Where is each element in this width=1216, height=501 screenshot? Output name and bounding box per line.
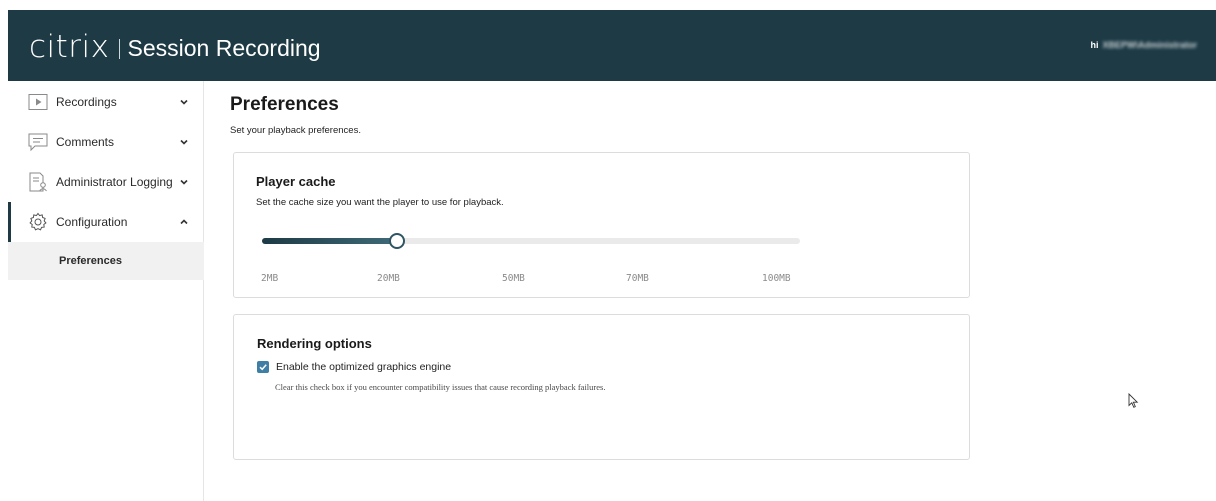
sidebar-item-label: Comments	[56, 135, 115, 149]
app-header: citrix Session Recording hi XBEPW\Admini…	[8, 10, 1216, 81]
sidebar-item-label: Administrator Logging	[56, 175, 173, 189]
slider-thumb[interactable]	[389, 233, 405, 249]
sidebar-item-label: Configuration	[56, 215, 128, 229]
gear-icon	[29, 212, 47, 231]
slider-fill	[262, 238, 397, 244]
tick-label[interactable]: 20MB	[377, 273, 400, 284]
rendering-options-card: Rendering options Enable the optimized g…	[233, 314, 970, 460]
chevron-down-icon	[180, 139, 188, 145]
chevron-up-icon	[180, 219, 188, 225]
cache-size-slider[interactable]	[262, 233, 800, 249]
tick-label[interactable]: 70MB	[626, 273, 649, 284]
checkbox-label[interactable]: Enable the optimized graphics engine	[276, 361, 451, 373]
brand-divider	[118, 38, 120, 59]
citrix-logo: citrix	[29, 28, 110, 65]
tick-label[interactable]: 50MB	[502, 273, 525, 284]
checkmark-icon	[259, 364, 267, 371]
player-cache-card: Player cache Set the cache size you want…	[233, 152, 970, 298]
app-page: citrix Session Recording hi XBEPW\Admini…	[0, 0, 1216, 501]
rendering-options-title: Rendering options	[257, 336, 372, 351]
sidebar-subitem-preferences[interactable]: Preferences	[8, 242, 204, 280]
tick-label[interactable]: 100MB	[762, 273, 791, 284]
sidebar-subitem-label: Preferences	[59, 255, 122, 267]
chevron-down-icon	[180, 99, 188, 105]
log-icon	[29, 172, 47, 192]
brand: citrix Session Recording	[29, 26, 321, 67]
sidebar-item-label: Recordings	[56, 95, 117, 109]
chevron-down-icon	[180, 179, 188, 185]
user-name: XBEPW\Administrator	[1102, 40, 1197, 50]
product-name: Session Recording	[127, 35, 321, 61]
optimized-graphics-option[interactable]: Enable the optimized graphics engine	[257, 361, 451, 373]
tick-label[interactable]: 2MB	[261, 273, 278, 284]
sidebar: Recordings Comments Administrator Loggin…	[8, 81, 204, 501]
user-greeting: hi	[1090, 40, 1099, 50]
mouse-cursor-icon	[1128, 393, 1139, 408]
user-menu[interactable]: hi XBEPW\Administrator	[1090, 40, 1197, 50]
page-title: Preferences	[230, 94, 339, 115]
optimized-graphics-checkbox[interactable]	[257, 361, 269, 373]
player-cache-title: Player cache	[256, 174, 336, 189]
sidebar-item-administrator-logging[interactable]: Administrator Logging	[8, 162, 204, 202]
sidebar-item-comments[interactable]: Comments	[8, 122, 204, 162]
play-icon	[28, 94, 48, 110]
player-cache-description: Set the cache size you want the player t…	[256, 197, 504, 208]
comment-icon	[28, 133, 48, 152]
sidebar-item-recordings[interactable]: Recordings	[8, 82, 204, 122]
checkbox-help-text: Clear this check box if you encounter co…	[275, 382, 606, 392]
page-subtitle: Set your playback preferences.	[230, 125, 361, 136]
sidebar-item-configuration[interactable]: Configuration	[8, 202, 204, 242]
